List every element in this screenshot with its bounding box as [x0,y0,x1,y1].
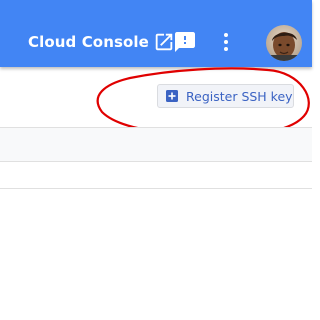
register-ssh-key-button[interactable]: Register SSH key [157,84,294,108]
row-divider [0,188,312,189]
register-ssh-key-label: Register SSH key [186,88,293,104]
table-header-band [0,127,312,162]
page: Cloud Console Register SSH key [0,0,312,320]
open-in-new-icon [155,33,173,51]
feedback-icon[interactable] [173,30,197,54]
user-avatar[interactable] [266,25,302,61]
cloud-console-label: Cloud Console [28,33,149,51]
more-vert-icon[interactable] [214,30,238,54]
cloud-console-link[interactable]: Cloud Console [28,29,175,55]
top-app-bar: Cloud Console [0,0,312,67]
add-box-icon [166,90,178,102]
avatar-image [266,25,302,61]
